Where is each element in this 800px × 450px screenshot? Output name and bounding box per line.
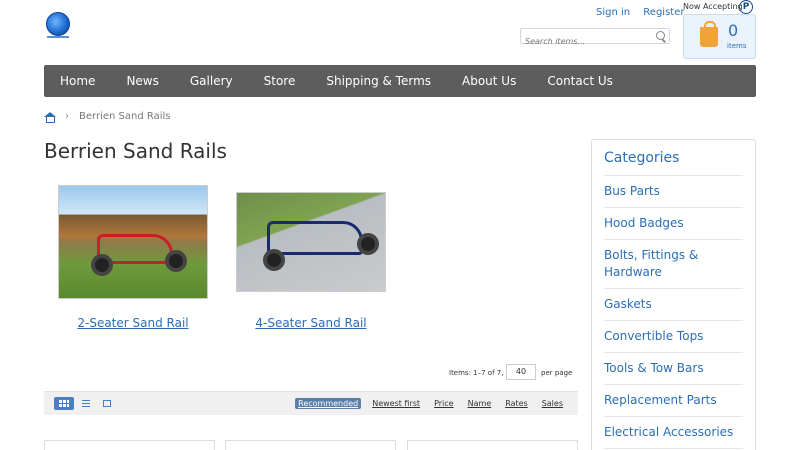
categories-sidebar: Categories Bus Parts Hood Badges Bolts, … [591, 139, 756, 450]
nav-item-news[interactable]: News [126, 74, 158, 88]
wheel [263, 249, 285, 271]
nav-item-shipping-terms[interactable]: Shipping & Terms [326, 74, 431, 88]
breadcrumb-current: Berrien Sand Rails [79, 111, 171, 122]
cart-items-label: items [727, 42, 747, 50]
sidebar-title: Categories [604, 140, 743, 176]
table-view-button[interactable] [99, 397, 119, 410]
wheel [165, 250, 187, 272]
category-convertible-tops[interactable]: Convertible Tops [604, 321, 743, 353]
per-page-input[interactable]: 40 [506, 364, 536, 380]
category-bolts-fittings-hardware[interactable]: Bolts, Fittings & Hardware [604, 240, 743, 289]
sign-in-link[interactable]: Sign in [596, 7, 630, 18]
grid-view-button[interactable] [54, 397, 74, 410]
nav-item-about-us[interactable]: About Us [462, 74, 516, 88]
product-card[interactable] [407, 440, 578, 450]
home-icon[interactable] [44, 111, 56, 123]
nav-item-gallery[interactable]: Gallery [190, 74, 233, 88]
product-card[interactable]: 4-Seater Sand Rail [236, 192, 386, 330]
category-bus-parts[interactable]: Bus Parts [604, 176, 743, 208]
sort-options: Recommended Newest first Price Name Rate… [287, 398, 566, 409]
main-nav: Home News Gallery Store Shipping & Terms… [44, 65, 756, 97]
product-name-link[interactable]: 2-Seater Sand Rail [58, 316, 208, 330]
wheel [91, 254, 113, 276]
cart-count: 0 [728, 21, 739, 40]
page-title: Berrien Sand Rails [44, 139, 227, 163]
breadcrumb: › Berrien Sand Rails [44, 111, 171, 123]
list-view-button[interactable] [78, 397, 98, 410]
product-card[interactable] [44, 440, 215, 450]
search-box[interactable] [520, 28, 670, 49]
sort-newest-first[interactable]: Newest first [369, 398, 423, 409]
category-tools-tow-bars[interactable]: Tools & Tow Bars [604, 353, 743, 385]
header-links: Sign in Register [596, 7, 694, 18]
nav-item-home[interactable]: Home [60, 74, 95, 88]
product-image-2-seater[interactable] [58, 185, 208, 299]
sort-recommended[interactable]: Recommended [295, 398, 362, 409]
category-replacement-parts[interactable]: Replacement Parts [604, 385, 743, 417]
product-name-link[interactable]: 4-Seater Sand Rail [236, 316, 386, 330]
sort-rates[interactable]: Rates [502, 398, 531, 409]
table-icon [103, 400, 111, 407]
site-logo[interactable] [46, 12, 70, 36]
category-electrical-accessories[interactable]: Electrical Accessories [604, 417, 743, 449]
category-gaskets[interactable]: Gaskets [604, 289, 743, 321]
nav-item-contact-us[interactable]: Contact Us [547, 74, 613, 88]
product-card[interactable]: 2-Seater Sand Rail [58, 185, 208, 330]
grid-icon [59, 400, 69, 407]
wheel [357, 233, 379, 255]
per-page-label: per page [541, 369, 573, 377]
sort-toolbar: Recommended Newest first Price Name Rate… [44, 391, 578, 415]
category-hood-badges[interactable]: Hood Badges [604, 208, 743, 240]
items-count-info: Items: 1–7 of 7, [449, 369, 504, 377]
breadcrumb-separator: › [65, 111, 69, 122]
shopping-bag-icon [700, 21, 718, 47]
search-icon[interactable] [656, 31, 665, 40]
logo-underline [47, 36, 69, 38]
paypal-icon: P [739, 0, 753, 14]
list-icon [82, 400, 90, 407]
search-input[interactable] [521, 34, 649, 49]
nav-item-store[interactable]: Store [264, 74, 296, 88]
sand-rail-frame [267, 221, 363, 255]
product-image-4-seater[interactable] [236, 192, 386, 292]
sort-name[interactable]: Name [465, 398, 495, 409]
sort-sales[interactable]: Sales [539, 398, 566, 409]
now-accepting-label: Now Accepting [683, 2, 743, 11]
cart-widget[interactable]: 0 items [683, 14, 756, 59]
product-card[interactable] [225, 440, 396, 450]
sort-price[interactable]: Price [431, 398, 457, 409]
register-link[interactable]: Register [643, 7, 684, 18]
